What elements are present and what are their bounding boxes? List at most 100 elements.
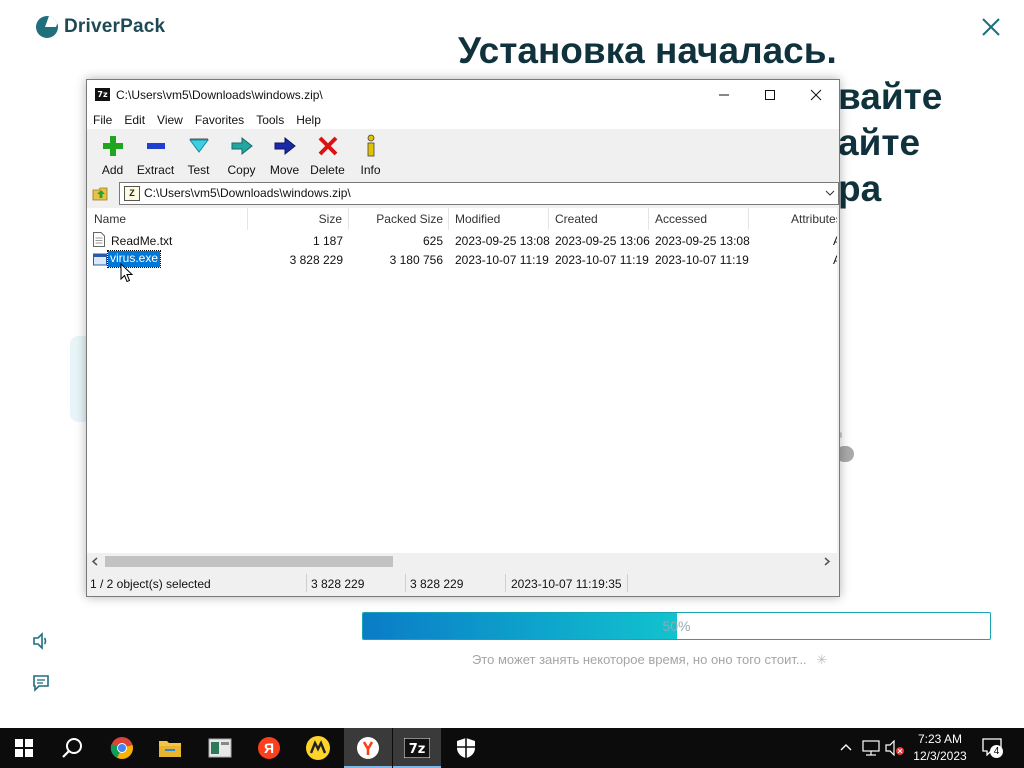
file-modified: 2023-10-07 11:19 (455, 253, 549, 267)
taskbar-yandex[interactable]: Я (245, 728, 293, 768)
close-icon[interactable] (978, 14, 1004, 40)
status-packed: 3 828 229 (410, 577, 464, 591)
test-button[interactable]: Test (177, 129, 220, 179)
move-button[interactable]: Move (263, 129, 306, 179)
file-explorer-icon (159, 741, 181, 757)
network-icon[interactable] (862, 740, 880, 756)
heading-fragment-3: айте (838, 122, 921, 163)
delete-button[interactable]: Delete (306, 129, 349, 179)
taskbar-yandex-market[interactable] (294, 728, 342, 768)
extract-label: Extract (136, 163, 175, 177)
7zip-app-icon: 7z (95, 88, 110, 101)
7zip-icon: 7z (404, 738, 430, 758)
file-list[interactable]: Name Size Packed Size Modified Created A… (87, 208, 837, 553)
column-modified[interactable]: Modified (449, 208, 549, 230)
taskbar-search[interactable] (48, 728, 96, 768)
taskbar-app-window[interactable] (196, 728, 244, 768)
7zip-window: 7z C:\Users\vm5\Downloads\windows.zip\ F… (86, 79, 840, 597)
info-icon (367, 134, 374, 157)
move-icon (274, 136, 296, 156)
file-size: 3 828 229 (289, 253, 343, 267)
svg-text:7z: 7z (409, 742, 426, 757)
test-label: Test (187, 163, 210, 177)
yandex-icon: Я (258, 737, 280, 759)
mouse-cursor-icon (120, 263, 134, 283)
add-button[interactable]: Add (91, 129, 134, 179)
chat-icon[interactable] (32, 674, 50, 692)
sound-icon[interactable] (32, 632, 50, 650)
scrollbar-thumb[interactable] (105, 556, 393, 567)
close-window-button[interactable] (793, 80, 839, 110)
zip-archive-icon: Z (124, 186, 140, 201)
file-created: 2023-09-25 13:06 (555, 234, 650, 248)
copy-button[interactable]: Copy (220, 129, 263, 179)
chevron-up-icon[interactable] (840, 742, 852, 754)
heading-fragment-4: ра (838, 168, 882, 209)
spinner-icon: ✳ (816, 652, 828, 667)
address-path: C:\Users\vm5\Downloads\windows.zip\ (144, 186, 351, 200)
status-bar: 1 / 2 object(s) selected 3 828 229 3 828… (87, 572, 839, 595)
volume-muted-icon[interactable] (885, 740, 905, 756)
file-name: virus.exe (106, 250, 162, 268)
address-field[interactable]: Z C:\Users\vm5\Downloads\windows.zip\ (119, 182, 839, 205)
notification-count-badge: 4 (990, 745, 1003, 758)
progress-note-text: Это может занять некоторое время, но оно… (472, 652, 807, 667)
file-row-selected[interactable]: virus.exe 3 828 229 3 180 756 2023-10-07… (87, 250, 837, 269)
taskbar: Я 7z 7:23 AM 12/3/2023 4 (0, 728, 1024, 768)
column-attributes[interactable]: Attributes (749, 208, 837, 230)
info-button[interactable]: Info (349, 129, 392, 179)
shield-icon (457, 738, 475, 758)
menu-tools[interactable]: Tools (250, 110, 290, 129)
move-label: Move (269, 163, 300, 177)
status-size: 3 828 229 (311, 577, 365, 591)
chevron-down-icon[interactable] (825, 188, 835, 198)
clock-date: 12/3/2023 (913, 749, 967, 763)
taskbar-yandex-browser[interactable] (344, 728, 392, 768)
extract-button[interactable]: Extract (134, 129, 177, 179)
menu-edit[interactable]: Edit (118, 110, 151, 129)
close-icon (810, 89, 822, 101)
menu-view[interactable]: View (151, 110, 189, 129)
minimize-button[interactable] (701, 80, 747, 110)
file-row[interactable]: ReadMe.txt 1 187 625 2023-09-25 13:08 20… (87, 231, 837, 250)
progress-note: Это может занять некоторое время, но оно… (472, 652, 828, 667)
taskbar-chrome[interactable] (98, 728, 146, 768)
notification-button[interactable]: 4 (982, 738, 1006, 758)
delete-label: Delete (310, 163, 345, 177)
taskbar-7zip[interactable]: 7z (393, 728, 441, 768)
scroll-right-icon[interactable] (823, 557, 831, 566)
file-modified: 2023-09-25 13:08 (455, 234, 550, 248)
extract-icon (146, 143, 165, 149)
copy-icon (231, 136, 253, 156)
add-label: Add (101, 163, 124, 177)
minimize-icon (719, 94, 729, 96)
system-clock[interactable]: 7:23 AM 12/3/2023 (910, 731, 970, 765)
menu-favorites[interactable]: Favorites (189, 110, 250, 129)
menu-file[interactable]: File (87, 110, 118, 129)
info-label: Info (360, 163, 381, 177)
title-bar[interactable]: 7z C:\Users\vm5\Downloads\windows.zip\ (87, 80, 839, 110)
app-window-icon (208, 738, 232, 758)
folder-up-icon[interactable] (92, 184, 110, 202)
column-accessed[interactable]: Accessed (649, 208, 749, 230)
maximize-button[interactable] (747, 80, 793, 110)
horizontal-scrollbar[interactable] (87, 553, 837, 570)
driverpack-logo-icon (36, 16, 58, 38)
status-divider (306, 574, 307, 592)
taskbar-security[interactable] (442, 728, 490, 768)
taskbar-file-explorer[interactable] (146, 728, 194, 768)
install-progress-bar: 50% (362, 612, 991, 640)
start-button[interactable] (0, 728, 48, 768)
column-created[interactable]: Created (549, 208, 649, 230)
scroll-left-icon[interactable] (91, 557, 99, 566)
file-packed-size: 625 (422, 234, 443, 248)
toolbar: Add Extract Test Copy Move Delete Info (87, 129, 839, 179)
column-name[interactable]: Name (87, 208, 248, 230)
maximize-icon (765, 90, 775, 100)
menu-help[interactable]: Help (290, 110, 327, 129)
column-size[interactable]: Size (248, 208, 349, 230)
address-bar: Z C:\Users\vm5\Downloads\windows.zip\ (87, 180, 839, 206)
file-accessed: 2023-09-25 13:08 (655, 234, 750, 248)
search-icon (62, 738, 82, 758)
column-packed-size[interactable]: Packed Size (349, 208, 449, 230)
